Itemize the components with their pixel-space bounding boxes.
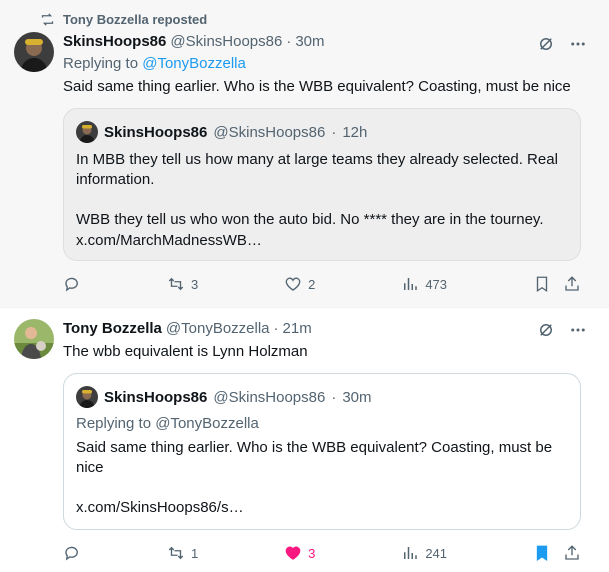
views-button[interactable]: 241 [401,544,447,562]
quote-author-handle: @SkinsHoops86 [213,123,326,141]
avatar[interactable] [14,32,54,72]
share-button[interactable] [563,275,581,293]
quote-link[interactable]: x.com/SkinsHoops86/s… [76,498,566,518]
quoted-tweet[interactable]: SkinsHoops86 @SkinsHoops86 · 12h In MBB … [63,108,581,261]
header-icons [537,321,587,339]
views-count: 241 [425,545,448,561]
replying-prefix: Replying to [63,55,139,72]
separator-dot: · [331,123,337,141]
like-count: 3 [308,545,316,561]
heart-icon [285,277,301,291]
like-button[interactable]: 3 [284,544,315,562]
grok-icon[interactable] [537,321,555,339]
tweet-text: Said same thing earlier. Who is the WBB … [63,78,571,95]
timestamp[interactable]: 30m [295,33,324,50]
quote-timestamp: 30m [342,388,372,406]
repost-button[interactable]: 1 [167,544,198,562]
like-count: 2 [308,276,316,292]
repost-count: 3 [190,276,199,292]
action-bar: 1 3 241 [63,544,581,562]
views-count: 473 [425,276,448,292]
separator-dot: · [331,388,337,406]
repost-label: Tony Bozzella reposted [63,12,208,27]
avatar[interactable] [14,319,54,359]
quote-text-line2: WBB they tell us who won the auto bid. N… [76,211,544,228]
repost-icon [168,546,184,560]
quote-text-line1: In MBB they tell us how many at large te… [76,151,558,188]
replying-mention[interactable]: @TonyBozzella [142,55,246,72]
replying-to: Replying to @TonyBozzella [63,55,246,72]
bookmark-icon [536,545,548,562]
quote-text: Said same thing earlier. Who is the WBB … [76,439,553,476]
separator-dot: · [286,33,292,50]
bookmark-button[interactable] [533,275,551,293]
action-right-group [533,275,581,293]
repost-button[interactable]: 3 [167,275,198,293]
repost-context[interactable]: Tony Bozzella reposted [40,12,207,27]
author-name[interactable]: Tony Bozzella [63,320,162,337]
views-icon [404,278,418,290]
author-name[interactable]: SkinsHoops86 [63,33,166,50]
views-icon [404,547,418,559]
action-bar: 3 2 473 [63,275,581,293]
quote-timestamp: 12h [342,123,368,141]
action-right-group [533,544,581,562]
tweet-text: The wbb equivalent is Lynn Holzman [63,343,308,360]
repost-icon [41,13,54,26]
reply-icon [65,546,78,561]
header-icons [537,35,587,53]
reply-icon [65,277,78,292]
reply-button[interactable] [63,275,81,293]
quoted-tweet[interactable]: SkinsHoops86 @SkinsHoops86 · 30m Replyin… [63,373,581,530]
quote-link[interactable]: x.com/MarchMadnessWB… [76,231,566,251]
author-handle[interactable]: @TonyBozzella [166,320,270,337]
quote-author-handle: @SkinsHoops86 [213,388,326,406]
quote-author-name: SkinsHoops86 [104,123,208,141]
like-button[interactable]: 2 [284,275,315,293]
tweet-reply[interactable]: Tony Bozzella @TonyBozzella · 21m The wb… [0,309,609,572]
quote-avatar [76,386,98,408]
grok-icon[interactable] [537,35,555,53]
reply-button[interactable] [63,544,81,562]
heart-icon [285,546,301,560]
separator-dot: · [273,320,279,337]
more-icon[interactable] [569,321,587,339]
quote-header: SkinsHoops86 @SkinsHoops86 · 30m [76,386,372,408]
bookmark-icon [536,276,548,293]
tweet-header: SkinsHoops86 @SkinsHoops86 · 30m [63,33,325,50]
share-button[interactable] [563,544,581,562]
share-icon [565,276,579,291]
share-icon [565,545,579,560]
author-handle[interactable]: @SkinsHoops86 [170,33,282,50]
tweet-reposted[interactable]: Tony Bozzella reposted SkinsHoops86 @Ski… [0,0,609,308]
views-button[interactable]: 473 [401,275,447,293]
timestamp[interactable]: 21m [283,320,312,337]
bookmark-button[interactable] [533,544,551,562]
repost-count: 1 [190,545,199,561]
more-icon[interactable] [569,35,587,53]
quote-avatar [76,121,98,143]
quote-header: SkinsHoops86 @SkinsHoops86 · 12h [76,121,367,143]
quote-replying-to: Replying to @TonyBozzella [76,415,259,432]
tweet-header: Tony Bozzella @TonyBozzella · 21m [63,320,312,337]
repost-icon [168,277,184,291]
quote-author-name: SkinsHoops86 [104,388,208,406]
